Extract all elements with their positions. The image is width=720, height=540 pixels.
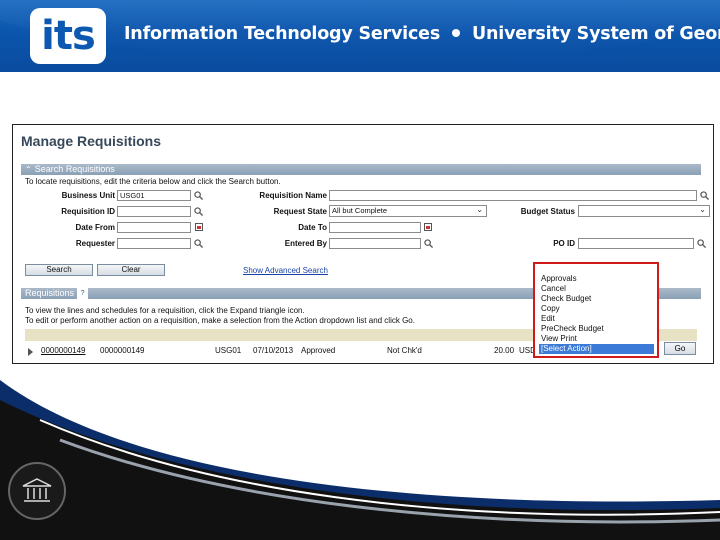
request-state-label: Request State bbox=[273, 207, 327, 216]
requisition-name-cell: 0000000149 bbox=[100, 346, 145, 355]
budget-status-label: Budget Status bbox=[520, 207, 575, 216]
requisition-id-lookup-icon[interactable] bbox=[194, 207, 203, 216]
search-instructions: To locate requisitions, edit the criteri… bbox=[25, 177, 281, 186]
action-option-cancel[interactable]: Cancel bbox=[541, 284, 566, 293]
action-option-select-action[interactable]: [Select Action] bbox=[539, 344, 654, 354]
po-id-input[interactable] bbox=[578, 238, 694, 249]
entered-by-lookup-icon[interactable] bbox=[424, 239, 433, 248]
chevron-down-icon: ⌄ bbox=[476, 205, 483, 214]
date-to-input[interactable] bbox=[329, 222, 421, 233]
action-option-check-budget[interactable]: Check Budget bbox=[541, 294, 591, 303]
budget-status-select[interactable]: ⌄ bbox=[578, 205, 710, 217]
requisition-name-lookup-icon[interactable] bbox=[700, 191, 709, 200]
building-icon bbox=[22, 478, 52, 502]
entered-by-label: Entered By bbox=[284, 239, 327, 248]
search-button[interactable]: Search bbox=[25, 264, 93, 276]
requisition-id-label: Requisition ID bbox=[61, 207, 115, 216]
bullet-icon bbox=[452, 29, 461, 37]
calendar-icon[interactable] bbox=[424, 223, 432, 231]
calendar-icon[interactable] bbox=[195, 223, 203, 231]
business-unit-label: Business Unit bbox=[61, 191, 115, 200]
date-to-label: Date To bbox=[298, 223, 327, 232]
help-icon[interactable]: ? bbox=[77, 288, 89, 299]
banner-title-left: Information Technology Services bbox=[124, 24, 441, 44]
search-requisitions-header[interactable]: ⌃ Search Requisitions bbox=[21, 164, 701, 175]
requisitions-instructions-2: To edit or perform another action on a r… bbox=[25, 316, 415, 325]
date-from-input[interactable] bbox=[117, 222, 191, 233]
requisition-id-input[interactable] bbox=[117, 206, 191, 217]
requisitions-instructions-1: To view the lines and schedules for a re… bbox=[25, 306, 305, 315]
total-cell: 20.00 bbox=[494, 346, 515, 355]
business-unit-lookup-icon[interactable] bbox=[194, 191, 203, 200]
collapse-icon[interactable]: ⌃ bbox=[25, 165, 32, 174]
bottom-swoosh-decoration bbox=[0, 380, 720, 540]
date-cell: 07/10/2013 bbox=[253, 346, 294, 355]
requester-label: Requester bbox=[75, 239, 115, 248]
chevron-down-icon: ⌄ bbox=[699, 205, 706, 214]
business-unit-cell: USG01 bbox=[215, 346, 242, 355]
clear-button[interactable]: Clear bbox=[97, 264, 165, 276]
requisition-name-label: Requisition Name bbox=[259, 191, 327, 200]
po-id-lookup-icon[interactable] bbox=[697, 239, 706, 248]
requisition-id-link[interactable]: 0000000149 bbox=[41, 346, 86, 355]
status-cell: Approved bbox=[301, 346, 336, 355]
po-id-label: PO ID bbox=[553, 239, 575, 248]
date-from-label: Date From bbox=[75, 223, 115, 232]
business-unit-input[interactable]: USG01 bbox=[117, 190, 191, 201]
page-title: Manage Requisitions bbox=[21, 133, 162, 149]
go-button[interactable]: Go bbox=[664, 342, 696, 355]
action-dropdown-list[interactable]: Approvals Cancel Check Budget Copy Edit … bbox=[533, 262, 659, 358]
its-banner: its Information Technology Services Unive… bbox=[0, 0, 720, 72]
show-advanced-search-link[interactable]: Show Advanced Search bbox=[243, 266, 328, 275]
requester-lookup-icon[interactable] bbox=[194, 239, 203, 248]
requisition-name-input[interactable] bbox=[329, 190, 697, 201]
action-option-view-print[interactable]: View Print bbox=[541, 334, 577, 343]
banner-title: Information Technology Services Universit… bbox=[124, 24, 720, 44]
requester-input[interactable] bbox=[117, 238, 191, 249]
expand-triangle-icon[interactable] bbox=[28, 348, 33, 356]
action-option-approvals[interactable]: Approvals bbox=[541, 274, 577, 283]
university-seal bbox=[8, 462, 66, 520]
its-logo: its bbox=[30, 8, 106, 64]
action-option-precheck-budget[interactable]: PreCheck Budget bbox=[541, 324, 604, 333]
request-state-select[interactable]: All but Complete ⌄ bbox=[329, 205, 487, 217]
action-option-copy[interactable]: Copy bbox=[541, 304, 560, 313]
entered-by-input[interactable] bbox=[329, 238, 421, 249]
banner-title-right: University System of Georgia bbox=[472, 24, 720, 44]
budget-cell: Not Chk'd bbox=[387, 346, 422, 355]
action-option-edit[interactable]: Edit bbox=[541, 314, 555, 323]
request-state-value: All but Complete bbox=[332, 206, 388, 215]
requisitions-header-label: Requisitions bbox=[25, 288, 75, 298]
